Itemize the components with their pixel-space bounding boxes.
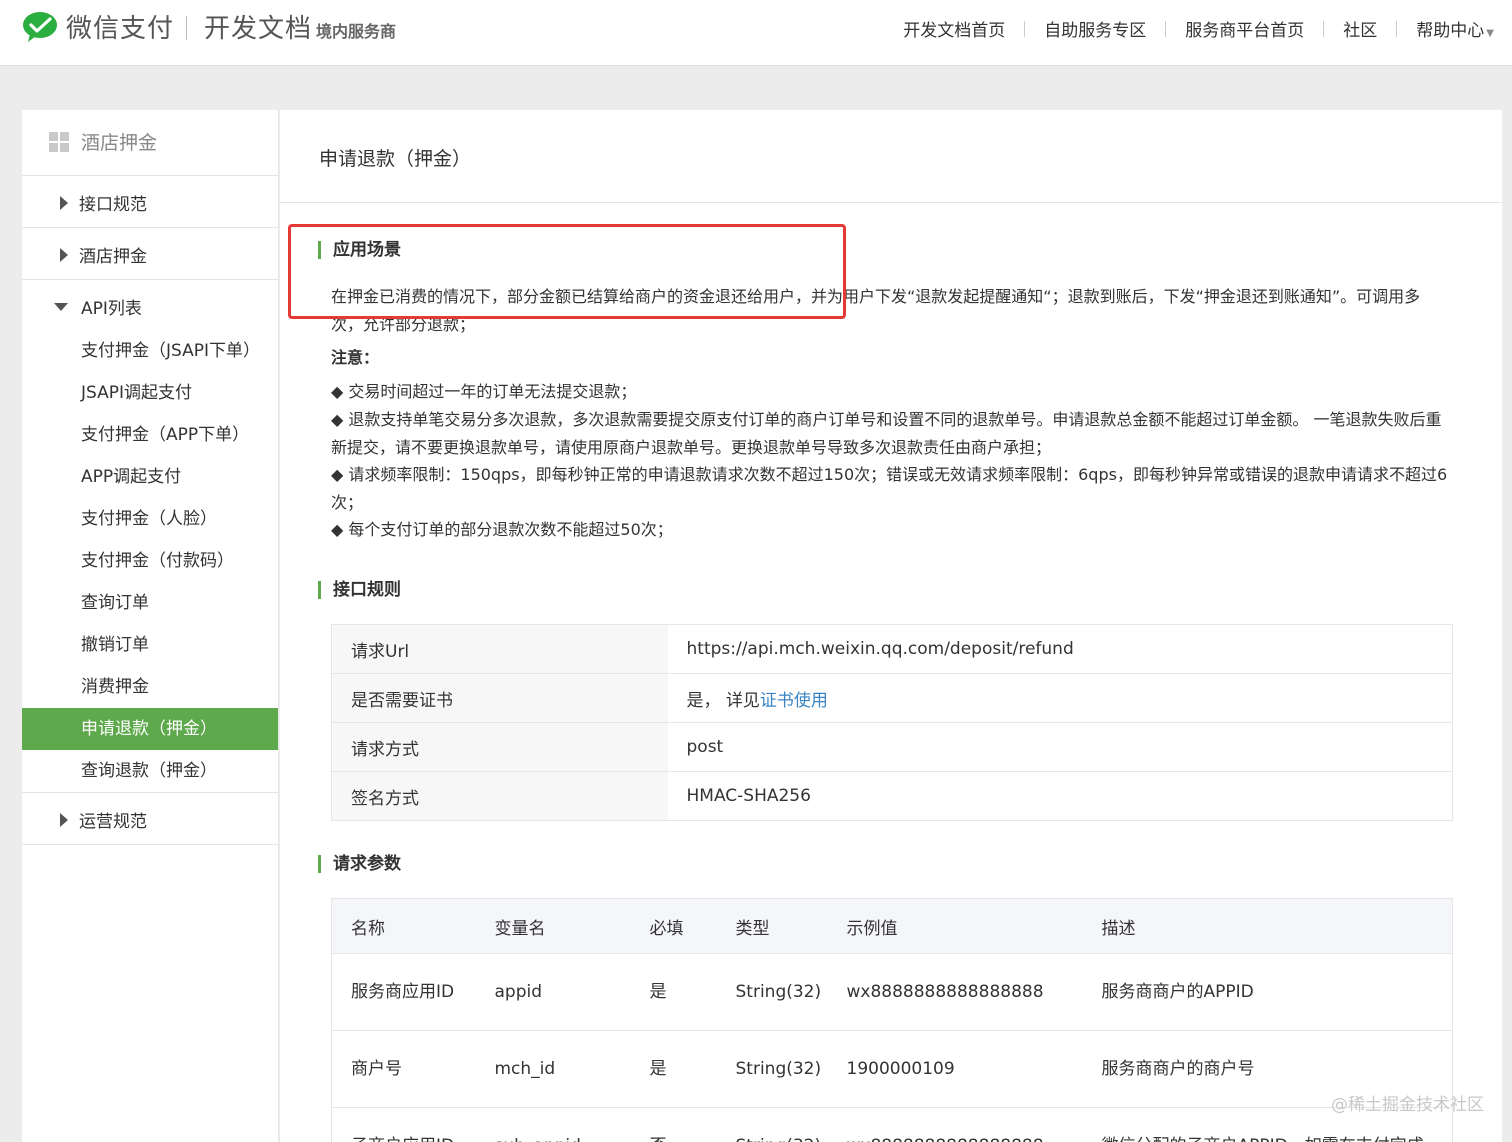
- nav-help-label: 帮助中心: [1416, 21, 1485, 41]
- sidebar-group-label: 接口规范: [79, 195, 147, 215]
- sidebar-item-code-deposit[interactable]: 支付押金（付款码）: [22, 540, 278, 582]
- table-cell: wx8888888888888888: [827, 953, 1083, 1031]
- table-row: 子商户应用ID sub_appid 否 String(32) wx8888888…: [331, 1107, 1453, 1142]
- sidebar-group-label: 运营规范: [79, 812, 147, 832]
- sidebar-item-app-pay[interactable]: APP调起支付: [22, 456, 278, 498]
- params-table: 名称 变量名 必填 类型 示例值 描述 服务商应用ID appid 是 Stri…: [331, 898, 1453, 1142]
- brand-badge: 境内服务商: [316, 22, 397, 41]
- rule-key: 是否需要证书: [331, 673, 668, 723]
- table-cell: appid: [475, 953, 631, 1031]
- cert-text: 是， 详见: [686, 690, 760, 711]
- note-item: ◆ 退款支持单笔交易分多次退款，多次退款需要提交原支付订单的商户订单号和设置不同…: [331, 410, 1442, 457]
- note-title: 注意：: [331, 348, 380, 367]
- rule-value: post: [667, 722, 1453, 772]
- top-nav: 开发文档首页 自助服务专区 服务商平台首页 社区 帮助中心 ▼: [884, 16, 1494, 41]
- section-title-params: 请求参数: [318, 855, 401, 873]
- sidebar-group-operation-spec[interactable]: 运营规范: [22, 793, 278, 845]
- cert-usage-link[interactable]: 证书使用: [760, 691, 828, 711]
- table-cell: 是: [630, 1030, 717, 1108]
- watermark: @稀土掘金技术社区: [1331, 1095, 1484, 1115]
- title-divider: [280, 202, 1502, 203]
- table-row: 商户号 mch_id 是 String(32) 1900000109 服务商商户…: [331, 1030, 1453, 1108]
- rules-table: 请求Url https://api.mch.weixin.qq.com/depo…: [331, 624, 1453, 821]
- rule-value: HMAC-SHA256: [667, 771, 1453, 821]
- grid-icon: [49, 132, 69, 152]
- table-cell: String(32): [716, 1030, 828, 1108]
- sidebar-item-query-refund[interactable]: 查询退款（押金）: [22, 750, 278, 792]
- brand-name[interactable]: 微信支付: [66, 8, 174, 45]
- column-header: 名称: [331, 898, 476, 954]
- section-title-rules: 接口规则: [318, 581, 401, 599]
- sidebar-item-app-deposit[interactable]: 支付押金（APP下单）: [22, 414, 278, 456]
- table-header-row: 名称 变量名 必填 类型 示例值 描述: [331, 898, 1453, 954]
- rule-key: 请求Url: [331, 624, 668, 674]
- table-cell: 商户号: [331, 1030, 476, 1108]
- table-row: 签名方式 HMAC-SHA256: [331, 771, 1453, 821]
- table-cell: 服务商商户的APPID: [1082, 953, 1453, 1031]
- sidebar-item-reverse-order[interactable]: 撤销订单: [22, 624, 278, 666]
- api-list-label: API列表: [81, 299, 142, 319]
- note-item: ◆ 每个支付订单的部分退款次数不能超过50次；: [331, 520, 673, 539]
- nav-partner-platform[interactable]: 服务商平台首页: [1166, 16, 1323, 41]
- caret-right-icon: [60, 196, 68, 210]
- sidebar-group-hotel-deposit[interactable]: 酒店押金: [22, 228, 278, 280]
- nav-docs-home[interactable]: 开发文档首页: [884, 16, 1024, 41]
- rule-value: https://api.mch.weixin.qq.com/deposit/re…: [667, 624, 1453, 674]
- table-row: 请求Url https://api.mch.weixin.qq.com/depo…: [331, 624, 1453, 674]
- rule-key: 签名方式: [331, 771, 668, 821]
- table-row: 服务商应用ID appid 是 String(32) wx88888888888…: [331, 953, 1453, 1031]
- chevron-down-icon: ▼: [1486, 28, 1494, 39]
- rule-key: 请求方式: [331, 722, 668, 772]
- caret-right-icon: [60, 813, 68, 827]
- sidebar-item-refund-deposit[interactable]: 申请退款（押金）: [22, 708, 278, 750]
- sidebar-item-jsapi-pay[interactable]: JSAPI调起支付: [22, 372, 278, 414]
- table-cell: wx8888888888888888: [827, 1107, 1083, 1142]
- brand-divider: [186, 16, 187, 40]
- sidebar-group-api-list: API列表 支付押金（JSAPI下单） JSAPI调起支付 支付押金（APP下单…: [22, 280, 278, 793]
- sidebar-item-query-order[interactable]: 查询订单: [22, 582, 278, 624]
- rule-value: 是， 详见证书使用: [667, 673, 1453, 723]
- table-cell: 是: [630, 953, 717, 1031]
- table-cell: String(32): [716, 953, 828, 1031]
- sidebar-item-jsapi-deposit[interactable]: 支付押金（JSAPI下单）: [22, 330, 278, 372]
- table-row: 请求方式 post: [331, 722, 1453, 772]
- note-item: ◆ 交易时间超过一年的订单无法提交退款；: [331, 382, 637, 401]
- sidebar-group-label: 酒店押金: [79, 247, 147, 267]
- column-header: 示例值: [827, 898, 1083, 954]
- wechat-pay-logo-icon[interactable]: [22, 10, 58, 44]
- sidebar-item-face-deposit[interactable]: 支付押金（人脸）: [22, 498, 278, 540]
- brand-docs[interactable]: 开发文档: [204, 8, 312, 45]
- page-title: 申请退款（押金）: [319, 148, 472, 170]
- sidebar-title: 酒店押金: [81, 132, 158, 154]
- table-cell: 子商户应用ID: [331, 1107, 476, 1142]
- sidebar-item-consume-deposit[interactable]: 消费押金: [22, 666, 278, 708]
- table-cell: sub_appid: [475, 1107, 631, 1142]
- caret-right-icon: [60, 248, 68, 262]
- column-header: 描述: [1082, 898, 1453, 954]
- caret-down-icon: [54, 303, 68, 311]
- column-header: 变量名: [475, 898, 631, 954]
- highlight-box: [288, 224, 846, 319]
- note-item: ◆ 请求频率限制：150qps，即每秒钟正常的申请退款请求次数不超过150次；错…: [331, 465, 1448, 512]
- sidebar: 酒店押金 接口规范 酒店押金 API列表 支付押金（JSAPI下单） JSAPI…: [22, 110, 279, 1142]
- table-cell: String(32): [716, 1107, 828, 1142]
- column-header: 类型: [716, 898, 828, 954]
- table-cell: 1900000109: [827, 1030, 1083, 1108]
- column-header: 必填: [630, 898, 717, 954]
- table-row: 是否需要证书 是， 详见证书使用: [331, 673, 1453, 723]
- sidebar-group-interface-spec[interactable]: 接口规范: [22, 176, 278, 228]
- api-list-toggle[interactable]: API列表: [22, 280, 278, 330]
- nav-community[interactable]: 社区: [1324, 16, 1396, 41]
- main-content: 申请退款（押金） 应用场景 在押金已消费的情况下，部分金额已结算给商户的资金退还…: [280, 110, 1502, 1142]
- top-header: 微信支付 开发文档 境内服务商 开发文档首页 自助服务专区 服务商平台首页 社区…: [0, 0, 1512, 66]
- nav-help-center[interactable]: 帮助中心 ▼: [1397, 16, 1494, 41]
- sidebar-header: 酒店押金: [22, 110, 278, 176]
- table-cell: 服务商应用ID: [331, 953, 476, 1031]
- table-cell: mch_id: [475, 1030, 631, 1108]
- table-cell: 否: [630, 1107, 717, 1142]
- nav-self-service[interactable]: 自助服务专区: [1025, 16, 1165, 41]
